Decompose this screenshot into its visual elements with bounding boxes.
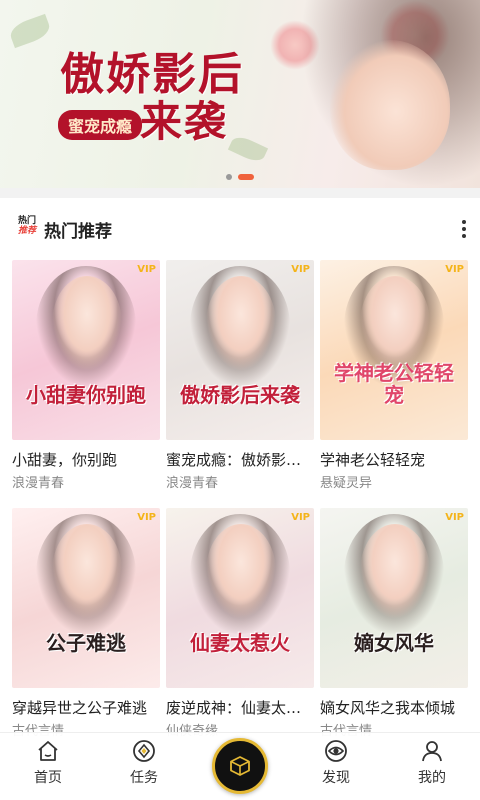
book-title[interactable]: 蜜宠成瘾：傲娇影后来袭 xyxy=(166,450,314,470)
badge-text-bottom: 推荐 xyxy=(17,226,36,236)
vip-tag: VIP xyxy=(137,512,156,523)
book-genre: 浪漫青春 xyxy=(166,476,219,491)
cover-title: 仙妻太惹火 xyxy=(190,631,290,655)
book-title[interactable]: 穿越异世之公子难逃 xyxy=(12,698,160,718)
book-cover[interactable]: VIP 学神老公轻轻宠 xyxy=(320,260,468,440)
nav-mine[interactable]: 我的 xyxy=(392,739,472,787)
discover-icon xyxy=(324,739,348,763)
vip-tag: VIP xyxy=(445,512,464,523)
badge-text-top: 热门 xyxy=(17,216,36,226)
cover-title: 小甜妻你别跑 xyxy=(26,383,146,407)
book-genre: 悬疑灵异 xyxy=(320,476,373,491)
vip-tag: VIP xyxy=(291,512,310,523)
book-card[interactable]: VIP 学神老公轻轻宠 学神老公轻轻宠 悬疑灵异 xyxy=(320,260,468,492)
book-card[interactable]: VIP 仙妻太惹火 废逆成神：仙妻太惹火 仙侠奇缘 xyxy=(166,508,314,740)
nav-discover[interactable]: 发现 xyxy=(296,739,376,787)
home-icon xyxy=(36,739,60,763)
section-title: 热门推荐 xyxy=(44,222,112,242)
book-card[interactable]: VIP 公子难逃 穿越异世之公子难逃 古代言情 xyxy=(12,508,160,740)
banner-character-face xyxy=(330,40,450,170)
book-title[interactable]: 废逆成神：仙妻太惹火 xyxy=(166,698,314,718)
leaf-decoration xyxy=(227,133,269,165)
vip-tag: VIP xyxy=(445,264,464,275)
carousel-dot[interactable] xyxy=(226,173,232,180)
cover-title: 傲娇影后来袭 xyxy=(180,383,300,407)
carousel-dot-active[interactable] xyxy=(238,173,254,180)
nav-discover-label: 发现 xyxy=(322,770,350,786)
book-cover[interactable]: VIP 小甜妻你别跑 xyxy=(12,260,160,440)
book-cover[interactable]: VIP 傲娇影后来袭 xyxy=(166,260,314,440)
vip-tag: VIP xyxy=(137,264,156,275)
book-title[interactable]: 学神老公轻轻宠 xyxy=(320,450,468,470)
cube-icon xyxy=(229,755,251,777)
book-card[interactable]: VIP 傲娇影后来袭 蜜宠成瘾：傲娇影后来袭 浪漫青春 xyxy=(166,260,314,492)
nav-tasks[interactable]: 任务 xyxy=(104,739,184,787)
book-card[interactable]: VIP 小甜妻你别跑 小甜妻，你别跑 浪漫青春 xyxy=(12,260,160,492)
more-vertical-icon[interactable] xyxy=(460,220,468,242)
cover-figure xyxy=(52,276,122,371)
tasks-icon xyxy=(132,739,156,763)
banner-carousel[interactable]: 傲娇影后 来袭 蜜宠成瘾 xyxy=(0,0,480,188)
leaf-decoration xyxy=(7,13,53,49)
hot-recommend-header: 热门 推荐 热门推荐 xyxy=(0,198,480,258)
cover-title: 公子难逃 xyxy=(46,631,126,655)
cover-figure xyxy=(206,524,276,619)
book-cover[interactable]: VIP 嫡女风华 xyxy=(320,508,468,688)
book-title[interactable]: 嫡女风华之我本倾城 xyxy=(320,698,468,718)
vip-tag: VIP xyxy=(291,264,310,275)
banner-subtitle: 蜜宠成瘾 xyxy=(58,110,143,140)
book-title[interactable]: 小甜妻，你别跑 xyxy=(12,450,160,470)
book-card[interactable]: VIP 嫡女风华 嫡女风华之我本倾城 古代言情 xyxy=(320,508,468,740)
nav-home-label: 首页 xyxy=(34,770,62,786)
book-cover[interactable]: VIP 公子难逃 xyxy=(12,508,160,688)
cover-title: 学神老公轻轻宠 xyxy=(334,361,454,407)
cover-figure xyxy=(206,276,276,371)
book-genre: 浪漫青春 xyxy=(12,476,65,491)
section-divider xyxy=(0,188,480,198)
app-root: 傲娇影后 来袭 蜜宠成瘾 热门 推荐 热门推荐 VIP 小甜妻你别跑 小甜妻，你… xyxy=(0,0,480,800)
nav-mine-label: 我的 xyxy=(418,770,446,786)
carousel-indicator xyxy=(0,166,480,185)
cover-title: 嫡女风华 xyxy=(354,631,434,655)
cover-figure xyxy=(360,524,430,619)
nav-home[interactable]: 首页 xyxy=(8,739,88,787)
banner-title-line2: 来袭 xyxy=(140,97,229,146)
user-icon xyxy=(420,739,444,763)
center-bookshelf-button[interactable] xyxy=(212,738,268,794)
hot-badge-icon: 热门 推荐 xyxy=(16,216,38,236)
cover-figure xyxy=(52,524,122,619)
nav-tasks-label: 任务 xyxy=(130,770,158,786)
book-cover[interactable]: VIP 仙妻太惹火 xyxy=(166,508,314,688)
cover-figure xyxy=(360,276,430,371)
